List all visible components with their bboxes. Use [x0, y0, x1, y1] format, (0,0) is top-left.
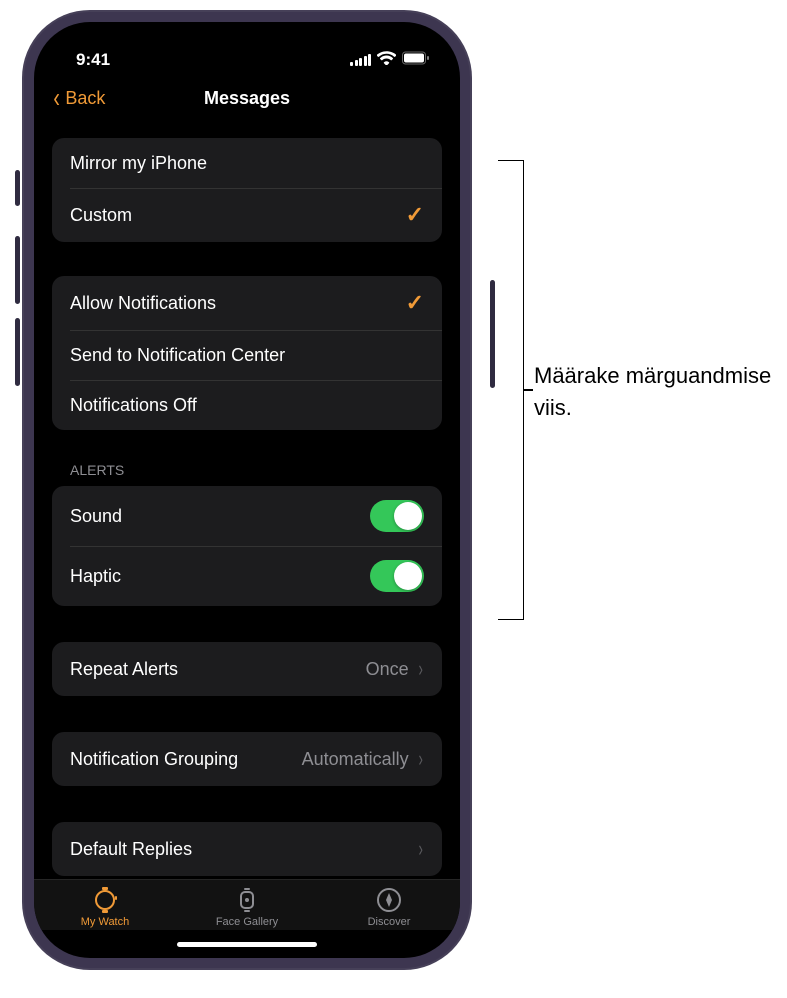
callout-text: Määrake märguandmise viis.	[534, 360, 787, 424]
status-time: 9:41	[76, 50, 110, 70]
callout-bracket	[498, 160, 524, 620]
cellular-icon	[350, 54, 371, 66]
default-replies-label: Default Replies	[70, 839, 192, 860]
phone-frame: 9:41 ‹ Back Messages	[22, 10, 472, 970]
default-replies-row[interactable]: Default Replies ›	[52, 822, 442, 876]
nav-bar: ‹ Back Messages	[34, 78, 460, 128]
phone-screen: 9:41 ‹ Back Messages	[34, 22, 460, 958]
send-center-label: Send to Notification Center	[70, 345, 285, 366]
haptic-label: Haptic	[70, 566, 121, 587]
off-label: Notifications Off	[70, 395, 197, 416]
grouping-label: Notification Grouping	[70, 749, 238, 770]
home-indicator[interactable]	[34, 930, 460, 958]
dynamic-island	[183, 36, 311, 72]
haptic-row: Haptic	[52, 546, 442, 606]
volume-down-button[interactable]	[15, 318, 20, 386]
notifications-off-row[interactable]: Notifications Off	[52, 380, 442, 430]
default-replies-group: Default Replies ›	[52, 822, 442, 876]
repeat-alerts-group: Repeat Alerts Once ›	[52, 642, 442, 696]
page-title: Messages	[204, 88, 290, 109]
callout-tick	[523, 389, 533, 391]
checkmark-icon: ✓	[406, 202, 424, 228]
mute-switch[interactable]	[15, 170, 20, 206]
tab-discover[interactable]: Discover	[318, 886, 460, 928]
power-button[interactable]	[490, 280, 495, 388]
repeat-label: Repeat Alerts	[70, 659, 178, 680]
repeat-alerts-row[interactable]: Repeat Alerts Once ›	[52, 642, 442, 696]
grouping-group: Notification Grouping Automatically ›	[52, 732, 442, 786]
face-gallery-icon	[236, 886, 258, 914]
wifi-icon	[377, 50, 396, 70]
allow-label: Allow Notifications	[70, 293, 216, 314]
back-label: Back	[65, 88, 105, 109]
repeat-value: Once	[366, 659, 409, 680]
settings-content[interactable]: Mirror my iPhone Custom ✓ Allow Notifica…	[34, 128, 460, 879]
tab-label: My Watch	[81, 916, 130, 928]
chevron-right-icon: ›	[418, 746, 422, 772]
chevron-right-icon: ›	[418, 656, 422, 682]
alerts-header: ALERTS	[52, 462, 442, 486]
compass-icon	[376, 886, 402, 914]
tab-my-watch[interactable]: My Watch	[34, 886, 176, 928]
mirror-group: Mirror my iPhone Custom ✓	[52, 138, 442, 242]
custom-row[interactable]: Custom ✓	[52, 188, 442, 242]
volume-up-button[interactable]	[15, 236, 20, 304]
watch-icon	[93, 886, 117, 914]
chevron-left-icon: ‹	[53, 84, 60, 112]
tab-bar: My Watch Face Gallery Discover	[34, 879, 460, 930]
send-to-center-row[interactable]: Send to Notification Center	[52, 330, 442, 380]
mirror-label: Mirror my iPhone	[70, 153, 207, 174]
custom-label: Custom	[70, 205, 132, 226]
status-indicators	[350, 50, 430, 70]
alerts-group: Sound Haptic	[52, 486, 442, 606]
sound-row: Sound	[52, 486, 442, 546]
notifications-group: Allow Notifications ✓ Send to Notificati…	[52, 276, 442, 430]
chevron-right-icon: ›	[418, 836, 422, 862]
battery-icon	[402, 50, 430, 70]
tab-face-gallery[interactable]: Face Gallery	[176, 886, 318, 928]
mirror-iphone-row[interactable]: Mirror my iPhone	[52, 138, 442, 188]
sound-toggle[interactable]	[370, 500, 424, 532]
checkmark-icon: ✓	[406, 290, 424, 316]
back-button[interactable]: ‹ Back	[52, 84, 105, 112]
grouping-value: Automatically	[302, 749, 409, 770]
tab-label: Face Gallery	[216, 916, 278, 928]
tab-label: Discover	[368, 916, 411, 928]
allow-notifications-row[interactable]: Allow Notifications ✓	[52, 276, 442, 330]
haptic-toggle[interactable]	[370, 560, 424, 592]
sound-label: Sound	[70, 506, 122, 527]
notification-grouping-row[interactable]: Notification Grouping Automatically ›	[52, 732, 442, 786]
